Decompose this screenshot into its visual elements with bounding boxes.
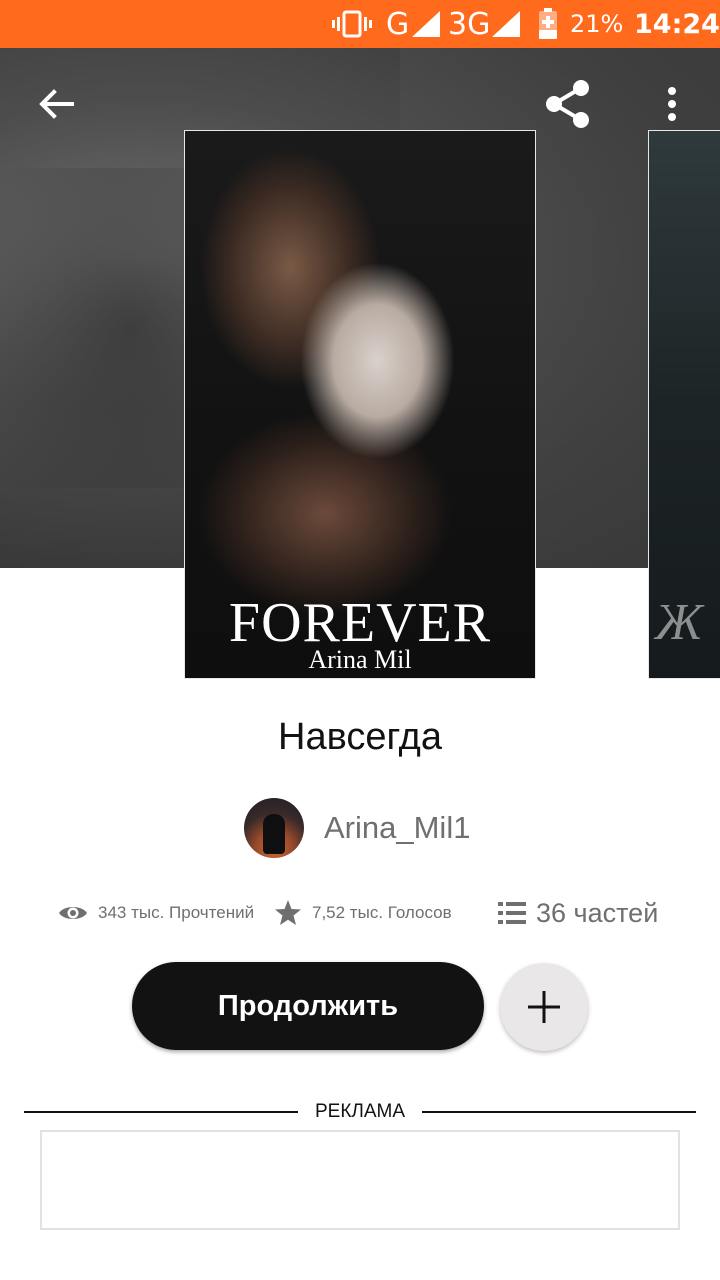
- next-book-cover[interactable]: Ж: [648, 130, 720, 679]
- story-title: Навсегда: [278, 716, 442, 758]
- vibrate-icon: [332, 0, 372, 48]
- signal-icon: [492, 0, 522, 48]
- cover-author: Arina Mil: [308, 645, 412, 674]
- eye-icon: [58, 903, 88, 923]
- ad-label: РЕКЛАМА: [314, 1101, 406, 1122]
- signal-icon: [412, 0, 442, 48]
- votes-stat: 7,52 тыс. Голосов: [274, 888, 452, 938]
- network-3g-label: 3G: [448, 6, 491, 42]
- more-vert-icon: [668, 87, 676, 121]
- share-icon: [546, 80, 589, 128]
- parts-stat[interactable]: 36 частей: [498, 888, 658, 938]
- continue-reading-button[interactable]: Продолжить: [132, 962, 484, 1050]
- reads-count: 343 тыс. Прочтений: [98, 903, 255, 922]
- votes-count: 7,52 тыс. Голосов: [312, 903, 452, 922]
- divider: [24, 1111, 298, 1113]
- ad-banner[interactable]: [40, 1130, 680, 1230]
- battery-charging-icon: [538, 0, 558, 48]
- battery-percent: 21%: [570, 10, 624, 38]
- avatar: [244, 798, 304, 858]
- story-stats: 343 тыс. Прочтений 7,52 тыс. Голосов 36 …: [0, 888, 720, 938]
- divider: [422, 1111, 696, 1113]
- status-bar: G 3G 21% 14:24: [0, 0, 720, 48]
- ad-header: РЕКЛАМА: [24, 1098, 696, 1128]
- more-options-button[interactable]: [648, 76, 696, 132]
- book-cover[interactable]: FOREVER Arina Mil: [184, 130, 536, 679]
- list-icon: [498, 902, 526, 924]
- reads-stat: 343 тыс. Прочтений: [58, 888, 254, 938]
- author-link[interactable]: Arina_Mil1: [244, 798, 470, 858]
- add-to-library-button[interactable]: [500, 963, 588, 1051]
- parts-count: 36 частей: [536, 897, 659, 928]
- back-button[interactable]: [24, 80, 88, 128]
- plus-icon: [528, 991, 560, 1023]
- network-g-label: G: [386, 6, 410, 42]
- clock: 14:24: [634, 8, 720, 40]
- author-name: Arina_Mil1: [324, 810, 471, 845]
- share-button[interactable]: [536, 76, 600, 132]
- star-icon: [274, 900, 302, 926]
- back-arrow-icon: [39, 89, 74, 119]
